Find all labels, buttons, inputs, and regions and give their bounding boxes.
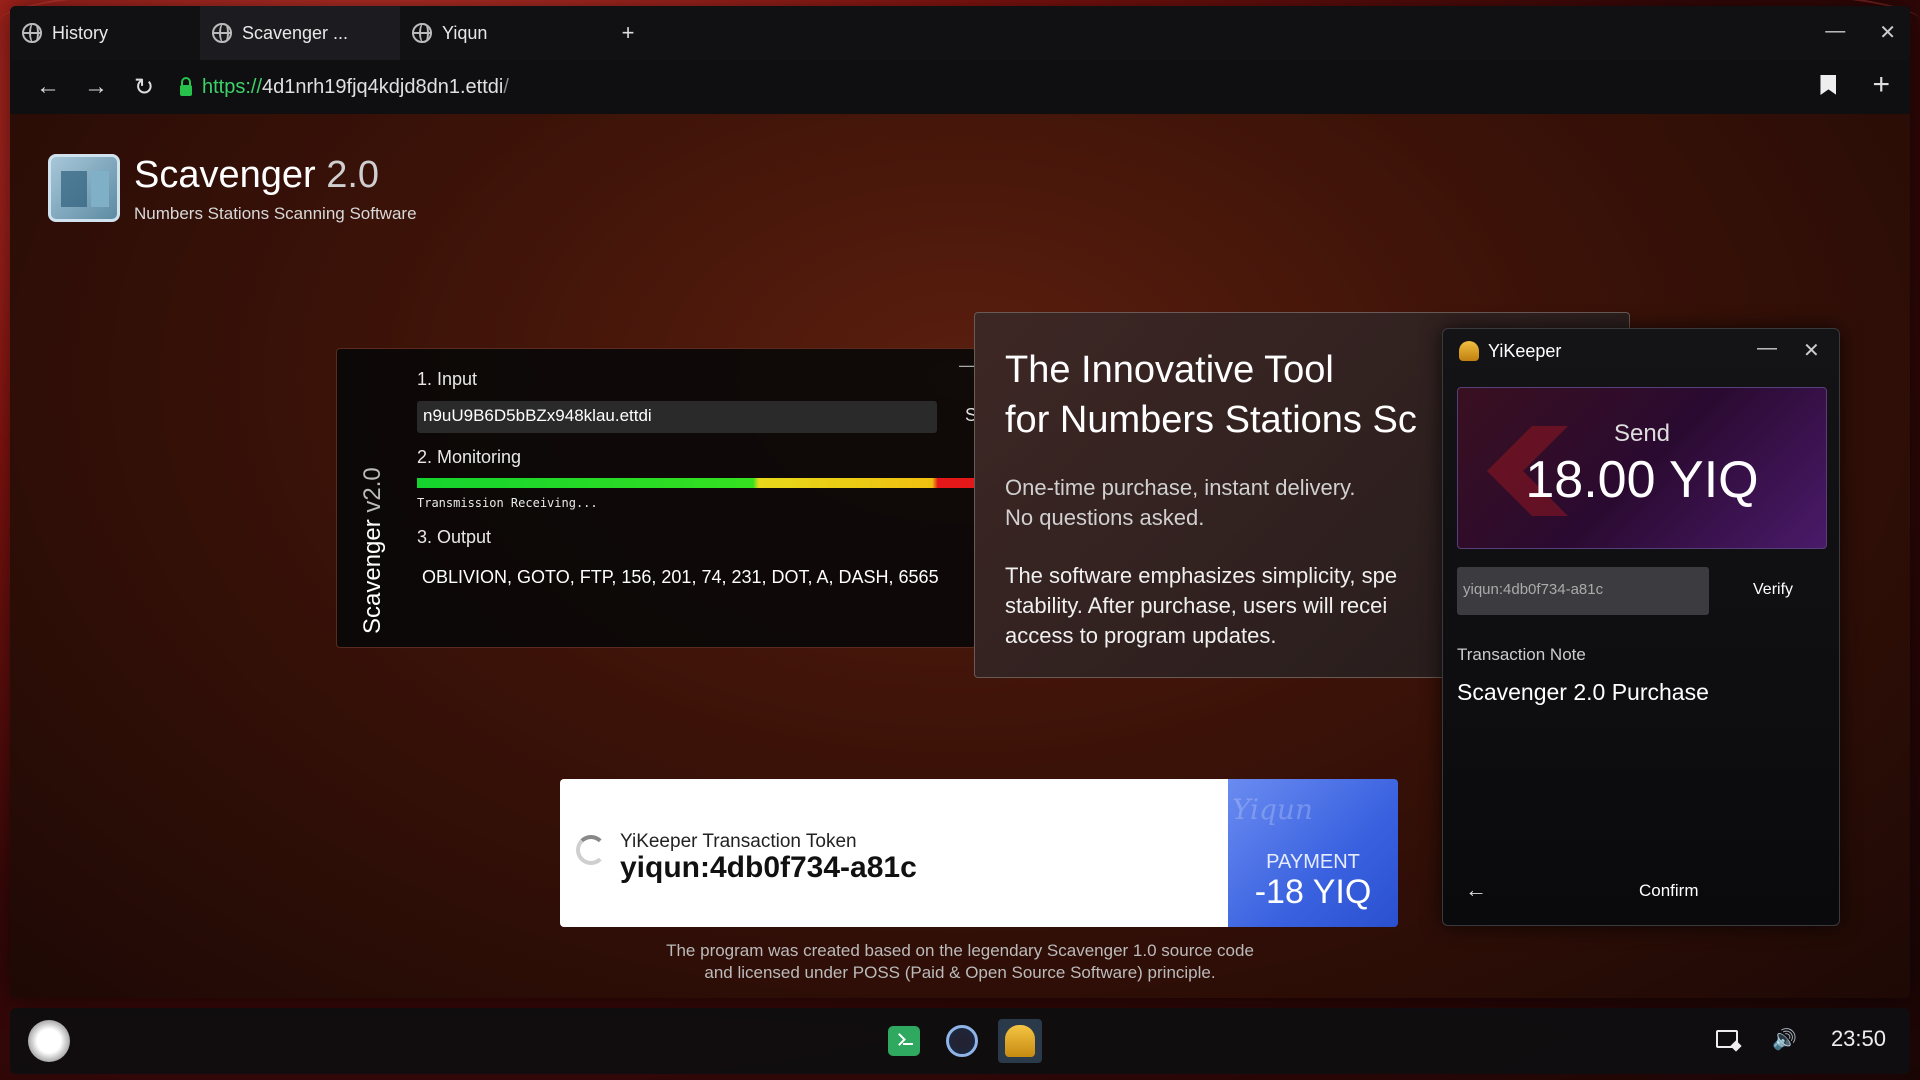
- token-value[interactable]: yiqun:4db0f734-a81c: [620, 851, 917, 885]
- url-path: /: [503, 75, 509, 98]
- loading-spinner-icon: [576, 835, 606, 865]
- yikeeper-icon: [1005, 1025, 1035, 1057]
- step-output-label: 3. Output: [417, 527, 492, 547]
- taskbar-chat-app[interactable]: [882, 1019, 926, 1063]
- lock-icon: [180, 76, 192, 96]
- url-field[interactable]: https://4d1nrh19fjq4kdjd8dn1.ettdi/: [202, 76, 509, 99]
- token-label: YiKeeper Transaction Token: [620, 831, 857, 852]
- scavenger-panel: Scavenger v2.0 — 1. Input n9uU9B6D5bBZx9…: [336, 348, 976, 648]
- vertical-name: Scavenger: [359, 519, 386, 634]
- forward-icon[interactable]: →: [72, 67, 120, 107]
- yikeeper-logo-icon: [1459, 341, 1479, 361]
- promo-title-line: The Innovative Tool: [1005, 349, 1334, 391]
- globe-icon: [22, 23, 42, 43]
- promo-title: The Innovative Tool for Numbers Stations…: [1005, 345, 1417, 445]
- app-name: Scavenger: [134, 154, 316, 196]
- status-text: Transmission Receiving...: [417, 496, 598, 510]
- page-subtitle: Numbers Stations Scanning Software: [134, 204, 417, 223]
- tab-label: History: [52, 22, 109, 43]
- send-card: Send 18.00 YIQ: [1457, 387, 1827, 549]
- tab-label: Scavenger ...: [242, 22, 349, 43]
- step-monitoring-label: 2. Monitoring: [417, 447, 522, 467]
- verify-button[interactable]: Verify: [1753, 581, 1793, 599]
- chat-terminal-icon: [888, 1026, 920, 1056]
- tab-history[interactable]: History: [10, 6, 200, 60]
- back-arrow-icon[interactable]: ←: [1465, 877, 1487, 903]
- yikeeper-window: YiKeeper — ✕ Send 18.00 YIQ yiqun:4db0f7…: [1442, 328, 1840, 926]
- url-scheme: https://: [202, 75, 263, 98]
- send-amount: 18.00 YIQ: [1525, 451, 1759, 509]
- footer-note: The program was created based on the leg…: [510, 940, 1410, 984]
- tab-yiqun[interactable]: Yiqun: [400, 6, 600, 60]
- station-input[interactable]: n9uU9B6D5bBZx948klau.ettdi: [417, 401, 937, 433]
- taskbar-yikeeper-app[interactable]: [998, 1019, 1042, 1063]
- payment-card[interactable]: Yiqun PAYMENT -18 YIQ: [1228, 779, 1398, 927]
- transaction-note-label: Transaction Note: [1457, 645, 1586, 664]
- token-input[interactable]: yiqun:4db0f734-a81c: [1457, 567, 1709, 615]
- send-label: Send: [1613, 420, 1671, 447]
- start-button[interactable]: [28, 1020, 70, 1062]
- network-icon[interactable]: [1716, 1030, 1739, 1048]
- footer-line: The program was created based on the leg…: [666, 941, 1254, 960]
- address-bar: ← → ↻ https://4d1nrh19fjq4kdjd8dn1.ettdi…: [10, 60, 1910, 114]
- promo-description: The software emphasizes simplicity, spe …: [1005, 561, 1397, 651]
- reload-icon[interactable]: ↻: [120, 67, 168, 107]
- tab-scavenger[interactable]: Scavenger ...: [200, 6, 400, 60]
- system-tray: 🔊 23:50: [1716, 1026, 1886, 1052]
- output-text: OBLIVION, GOTO, FTP, 156, 201, 74, 231, …: [422, 567, 939, 587]
- minimize-icon[interactable]: —: [1825, 20, 1845, 45]
- browser-globe-icon: [946, 1025, 978, 1057]
- transaction-note-value: Scavenger 2.0 Purchase: [1457, 679, 1709, 705]
- promo-text: One-time purchase, instant delivery. No …: [1005, 473, 1356, 533]
- promo-text-line: One-time purchase, instant delivery.: [1005, 475, 1356, 500]
- payment-label: PAYMENT: [1266, 851, 1360, 873]
- scavenger-vertical-title: Scavenger v2.0: [359, 467, 387, 634]
- yikeeper-titlebar: YiKeeper — ✕: [1443, 329, 1839, 373]
- back-icon[interactable]: ←: [24, 67, 72, 107]
- tab-label: Yiqun: [442, 22, 488, 43]
- confirm-button[interactable]: Confirm: [1639, 881, 1699, 901]
- promo-text-line: stability. After purchase, users will re…: [1005, 593, 1388, 618]
- taskbar-browser-app[interactable]: [940, 1019, 984, 1063]
- transaction-token-bar: YiKeeper Transaction Token yiqun:4db0f73…: [560, 779, 1258, 927]
- page-title: Scavenger 2.0: [134, 154, 379, 197]
- window-controls: — ✕: [1825, 20, 1896, 45]
- promo-text-line: access to program updates.: [1005, 623, 1277, 648]
- bookmark-icon[interactable]: [1820, 75, 1837, 95]
- minimize-icon[interactable]: —: [1757, 337, 1777, 360]
- vertical-version: v2.0: [359, 467, 386, 513]
- close-icon[interactable]: ✕: [1879, 20, 1896, 45]
- step-input-label: 1. Input: [417, 369, 478, 389]
- promo-text-line: The software emphasizes simplicity, spe: [1005, 563, 1398, 588]
- payment-watermark: Yiqun: [1232, 793, 1313, 826]
- new-tab-button[interactable]: +: [608, 20, 648, 46]
- clock[interactable]: 23:50: [1831, 1026, 1886, 1052]
- address-bar-actions: +: [1820, 70, 1890, 100]
- promo-text-line: No questions asked.: [1005, 505, 1205, 530]
- url-host: 4d1nrh19fjq4kdjd8dn1.ettdi: [262, 75, 504, 98]
- globe-icon: [212, 23, 232, 43]
- app-logo: [48, 154, 120, 222]
- add-icon[interactable]: +: [1872, 70, 1890, 100]
- promo-title-line: for Numbers Stations Sc: [1005, 399, 1417, 441]
- yikeeper-title: YiKeeper: [1488, 341, 1562, 361]
- volume-icon[interactable]: 🔊: [1772, 1027, 1797, 1052]
- footer-line: and licensed under POSS (Paid & Open Sou…: [704, 963, 1216, 982]
- signal-meter: [417, 478, 975, 488]
- tab-bar: History Scavenger ... Yiqun + — ✕: [10, 6, 1910, 60]
- globe-icon: [412, 23, 432, 43]
- close-icon[interactable]: ✕: [1803, 338, 1820, 363]
- payment-amount: -18 YIQ: [1254, 873, 1372, 911]
- taskbar: 🔊 23:50: [10, 1008, 1910, 1074]
- app-version: 2.0: [326, 154, 380, 196]
